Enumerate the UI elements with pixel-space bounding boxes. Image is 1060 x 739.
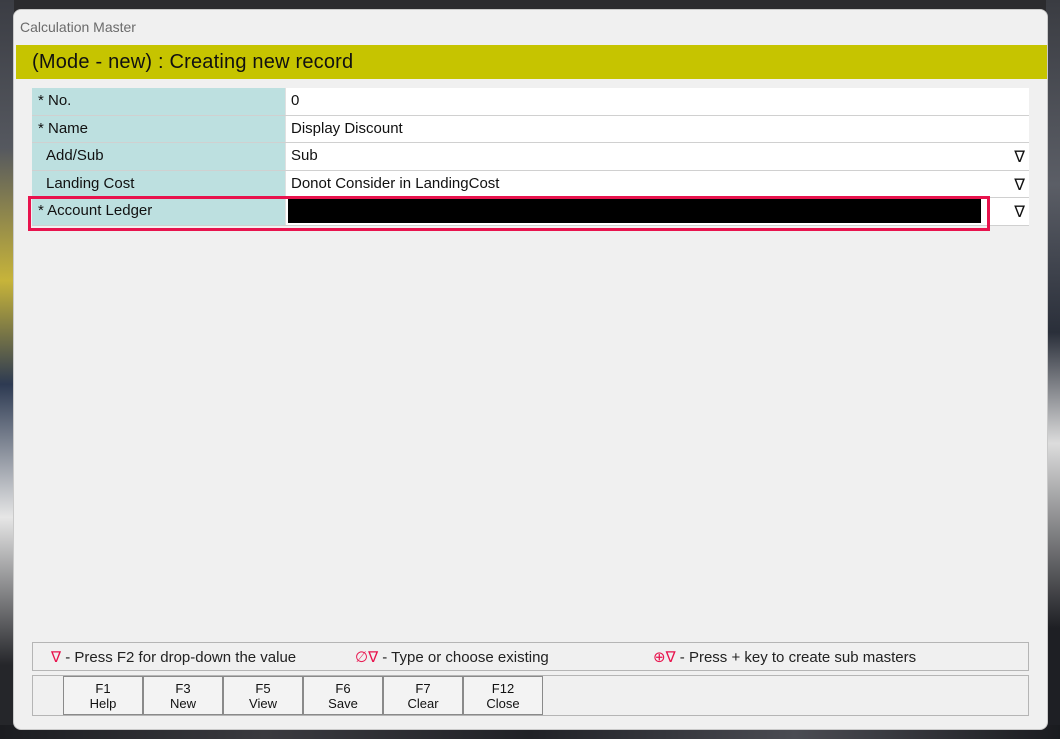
dropdown-symbol-icon: ∇ <box>51 648 62 666</box>
field-label-no: * No. <box>32 88 285 115</box>
field-value-add-sub[interactable]: Sub ∇ <box>285 143 1029 170</box>
fkey-label: New <box>169 696 196 711</box>
mode-banner: (Mode - new) : Creating new record <box>16 45 1047 79</box>
dropdown-icon[interactable]: ∇ <box>1014 202 1025 221</box>
landing-cost-value: Donot Consider in LandingCost <box>291 174 500 192</box>
legend-text: - Type or choose existing <box>378 649 549 666</box>
field-row-landing-cost: Landing Cost Donot Consider in LandingCo… <box>32 170 1029 198</box>
legend-bar: ∇ - Press F2 for drop-down the value ∅∇ … <box>32 642 1029 671</box>
window-titlebar[interactable]: Calculation Master <box>14 10 1047 44</box>
fkey-code: F5 <box>255 681 271 696</box>
field-label-add-sub: Add/Sub <box>32 143 285 170</box>
desktop-background-left <box>0 0 14 739</box>
legend-item-type-or-choose: ∅∇ - Type or choose existing <box>355 648 549 666</box>
fkey-code: F12 <box>491 681 515 696</box>
field-value-no[interactable]: 0 <box>285 88 1029 115</box>
account-ledger-input[interactable] <box>288 199 981 223</box>
field-label-account-ledger: * Account Ledger <box>32 198 285 225</box>
plus-dropdown-icon: ⊕∇ <box>653 648 676 666</box>
desktop-background-right <box>1046 0 1060 739</box>
fkey-label: View <box>249 696 277 711</box>
field-row-no: * No. 0 <box>32 88 1029 116</box>
f12-close-button[interactable]: F12 Close <box>463 676 543 715</box>
fkey-code: F7 <box>415 681 431 696</box>
window-title: Calculation Master <box>20 19 136 35</box>
fkey-code: F6 <box>335 681 351 696</box>
field-value-landing-cost[interactable]: Donot Consider in LandingCost ∇ <box>285 170 1029 197</box>
fkey-label: Help <box>89 696 117 711</box>
fkey-label: Close <box>486 696 520 711</box>
dropdown-icon[interactable]: ∇ <box>1014 175 1025 194</box>
legend-item-sub-masters: ⊕∇ - Press + key to create sub masters <box>653 648 916 666</box>
fkey-label: Save <box>328 696 358 711</box>
f6-save-button[interactable]: F6 Save <box>303 676 383 715</box>
field-value-name[interactable]: Display Discount <box>285 115 1029 142</box>
field-row-name: * Name Display Discount <box>32 115 1029 143</box>
calculation-master-window: Calculation Master (Mode - new) : Creati… <box>13 9 1048 730</box>
fkey-code: F3 <box>175 681 191 696</box>
legend-item-dropdown: ∇ - Press F2 for drop-down the value <box>51 648 296 666</box>
field-row-account-ledger: * Account Ledger ∇ <box>32 198 1029 226</box>
dropdown-icon[interactable]: ∇ <box>1014 147 1025 166</box>
fkey-label: Clear <box>407 696 439 711</box>
function-key-bar: F1 Help F3 New F5 View F6 Save F7 Clear … <box>32 675 1029 716</box>
f3-new-button[interactable]: F3 New <box>143 676 223 715</box>
function-key-bar-spacer <box>33 676 64 715</box>
f5-view-button[interactable]: F5 View <box>223 676 303 715</box>
record-form: * No. 0 * Name Display Discount Add/Sub … <box>32 88 1029 226</box>
f7-clear-button[interactable]: F7 Clear <box>383 676 463 715</box>
field-label-name: * Name <box>32 115 285 142</box>
fkey-code: F1 <box>95 681 111 696</box>
field-row-add-sub: Add/Sub Sub ∇ <box>32 143 1029 171</box>
f1-help-button[interactable]: F1 Help <box>63 676 143 715</box>
empty-set-dropdown-icon: ∅∇ <box>355 648 379 666</box>
legend-text: - Press F2 for drop-down the value <box>61 649 297 666</box>
add-sub-value: Sub <box>291 147 318 164</box>
field-label-landing-cost: Landing Cost <box>32 170 285 197</box>
mode-banner-text: (Mode - new) : Creating new record <box>32 51 354 73</box>
legend-text: - Press + key to create sub masters <box>675 649 917 666</box>
field-value-account-ledger: ∇ <box>285 198 1029 225</box>
